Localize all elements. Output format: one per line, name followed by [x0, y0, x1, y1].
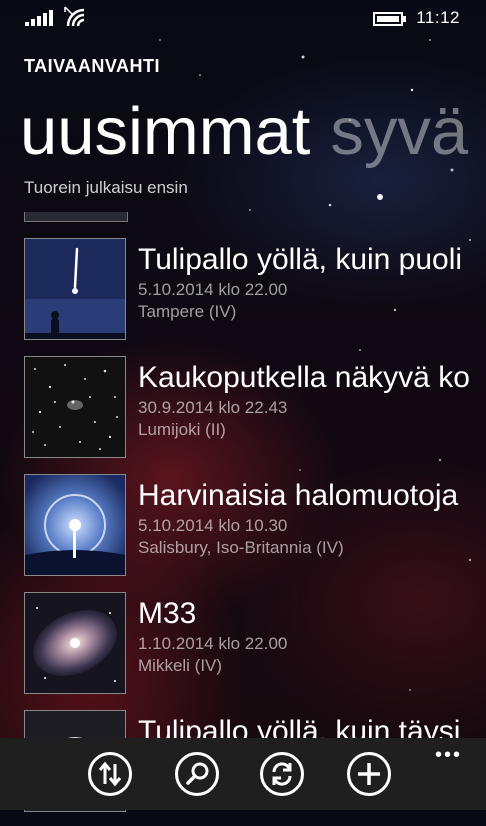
add-button[interactable]	[347, 752, 391, 796]
item-location: Tampere (IV)	[138, 302, 237, 321]
wifi-icon	[64, 6, 85, 27]
search-icon	[186, 762, 209, 785]
sort-icon	[98, 761, 122, 787]
status-bar: 11:12	[0, 0, 486, 34]
item-location: Salisbury, Iso-Britannia (IV)	[138, 538, 344, 557]
pivot-header: uusimmat syvä	[20, 92, 486, 172]
observation-thumbnail	[24, 474, 126, 576]
pivot-tab-syva[interactable]: syvä	[330, 94, 468, 169]
item-location: Lumijoki (II)	[138, 420, 226, 439]
list-item-partial-top[interactable]	[24, 212, 128, 222]
list-item[interactable]: Kaukoputkella näkyvä ko 30.9.2014 klo 22…	[24, 354, 486, 472]
item-date: 5.10.2014 klo 10.30	[138, 516, 288, 535]
item-title: Kaukoputkella näkyvä ko	[138, 361, 470, 394]
more-options-button[interactable]: •••	[435, 744, 462, 767]
pivot-tab-uusimmat[interactable]: uusimmat	[20, 94, 310, 169]
item-date: 30.9.2014 klo 22.43	[138, 398, 288, 417]
item-title: M33	[138, 597, 197, 630]
item-location: Mikkeli (IV)	[138, 656, 223, 675]
sort-button[interactable]	[88, 752, 132, 796]
observation-thumbnail	[24, 592, 126, 694]
item-date: 1.10.2014 klo 22.00	[138, 634, 288, 653]
list-item[interactable]: Harvinaisia halomuotoja 5.10.2014 klo 10…	[24, 472, 486, 590]
list-item[interactable]: M33 1.10.2014 klo 22.00 Mikkeli (IV)	[24, 590, 486, 708]
battery-icon	[373, 12, 406, 26]
observation-thumbnail	[24, 356, 126, 458]
list-item[interactable]: Tulipallo yöllä, kuin puoli 5.10.2014 kl…	[24, 236, 486, 354]
signal-strength-icon	[25, 10, 53, 26]
refresh-button[interactable]	[260, 752, 304, 796]
app-title: TAIVAANVAHTI	[24, 56, 160, 76]
item-title: Harvinaisia halomuotoja	[138, 479, 459, 512]
item-date: 5.10.2014 klo 22.00	[138, 280, 288, 299]
search-button[interactable]	[175, 752, 219, 796]
observation-thumbnail	[24, 238, 126, 340]
refresh-icon	[272, 762, 292, 786]
item-title: Tulipallo yöllä, kuin puoli	[138, 243, 463, 276]
status-time: 11:12	[416, 8, 460, 27]
app-bar: •••	[0, 738, 486, 810]
sort-description: Tuorein julkaisu ensin	[24, 178, 188, 197]
add-icon	[358, 763, 380, 785]
